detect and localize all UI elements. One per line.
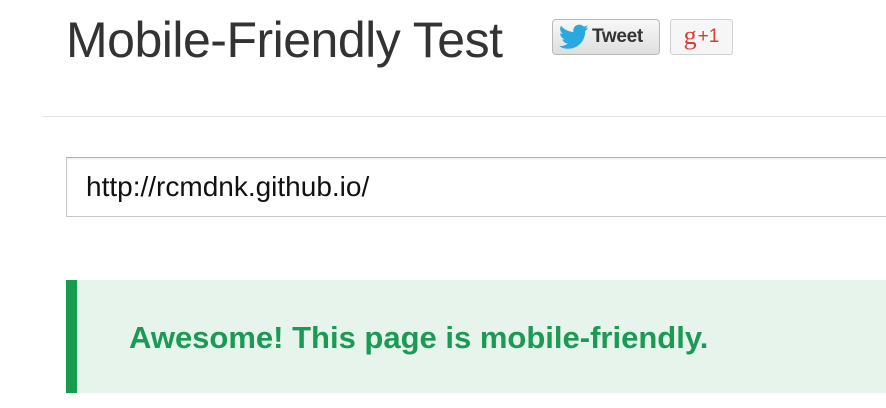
twitter-bird-icon — [559, 24, 589, 49]
tweet-button[interactable]: Tweet — [552, 19, 660, 55]
result-banner: Awesome! This page is mobile-friendly. — [66, 280, 886, 393]
result-message: Awesome! This page is mobile-friendly. — [129, 320, 709, 355]
tweet-button-label: Tweet — [592, 26, 643, 47]
url-input[interactable] — [66, 157, 886, 217]
google-plus-one-button[interactable]: g +1 — [670, 19, 733, 55]
page-title: Mobile-Friendly Test — [66, 12, 503, 68]
header-divider — [42, 116, 886, 117]
plus-one-label: +1 — [697, 26, 720, 47]
google-plus-icon: g — [683, 20, 697, 50]
page: Mobile-Friendly Test Tweet g +1 Awesome!… — [0, 0, 886, 408]
